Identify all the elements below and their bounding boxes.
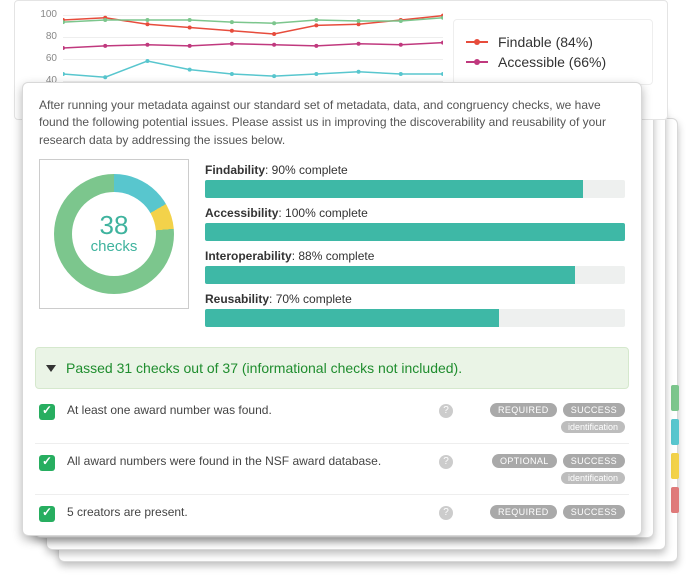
badge-success: SUCCESS bbox=[563, 454, 625, 468]
y-tick: 80 bbox=[31, 31, 57, 42]
donut-label: 38 checks bbox=[40, 212, 188, 255]
chart-legend: Findable (84%) Accessible (66%) bbox=[453, 19, 653, 85]
badge-identification: identification bbox=[561, 472, 625, 484]
check-text: 5 creators are present. bbox=[67, 505, 427, 519]
edge-tab-blue bbox=[671, 419, 679, 445]
check-text: All award numbers were found in the NSF … bbox=[67, 454, 427, 468]
check-badges: REQUIRED SUCCESS identification bbox=[465, 403, 625, 433]
edge-tab-green bbox=[671, 385, 679, 411]
chevron-down-icon bbox=[46, 365, 56, 372]
info-icon[interactable]: ? bbox=[439, 506, 453, 520]
fair-metrics: Findability: 90% complete Accessibility: … bbox=[205, 159, 625, 327]
check-row: At least one award number was found.? REQ… bbox=[35, 393, 629, 444]
edge-tab-red bbox=[671, 487, 679, 513]
badge-identification: identification bbox=[561, 421, 625, 433]
intro-text: After running your metadata against our … bbox=[23, 83, 641, 159]
legend-label: Accessible (66%) bbox=[498, 54, 606, 70]
check-text: At least one award number was found. bbox=[67, 403, 427, 417]
info-icon[interactable]: ? bbox=[439, 455, 453, 469]
metric-label: Reusability: 70% complete bbox=[205, 292, 625, 306]
legend-findable: Findable (84%) bbox=[466, 34, 640, 50]
passed-checks-toggle[interactable]: Passed 31 checks out of 37 (informationa… bbox=[35, 347, 629, 389]
summary-row: 38 checks Findability: 90% complete Acces… bbox=[23, 159, 641, 339]
badge-required: REQUIRED bbox=[490, 403, 557, 417]
info-icon[interactable]: ? bbox=[439, 404, 453, 418]
check-row: All award numbers were found in the NSF … bbox=[35, 444, 629, 495]
quality-report-card: After running your metadata against our … bbox=[22, 82, 642, 536]
check-list: At least one award number was found.? REQ… bbox=[23, 389, 641, 532]
badge-success: SUCCESS bbox=[563, 505, 625, 519]
metric-label: Accessibility: 100% complete bbox=[205, 206, 625, 220]
metric-interoperability: Interoperability: 88% complete bbox=[205, 249, 625, 284]
check-pass-icon bbox=[39, 455, 55, 471]
check-badges: REQUIRED SUCCESS bbox=[465, 505, 625, 519]
legend-label: Findable (84%) bbox=[498, 34, 593, 50]
metric-bar bbox=[205, 223, 625, 241]
metric-label: Interoperability: 88% complete bbox=[205, 249, 625, 263]
badge-success: SUCCESS bbox=[563, 403, 625, 417]
metric-findability: Findability: 90% complete bbox=[205, 163, 625, 198]
check-pass-icon bbox=[39, 404, 55, 420]
check-row: 5 creators are present.? REQUIRED SUCCESS bbox=[35, 495, 629, 532]
edge-tabs bbox=[671, 385, 679, 513]
metric-reusability: Reusability: 70% complete bbox=[205, 292, 625, 327]
y-tick: 100 bbox=[31, 9, 57, 20]
badge-optional: OPTIONAL bbox=[492, 454, 557, 468]
edge-tab-yellow bbox=[671, 453, 679, 479]
donut-text: checks bbox=[40, 238, 188, 255]
metric-label: Findability: 90% complete bbox=[205, 163, 625, 177]
check-badges: OPTIONAL SUCCESS identification bbox=[465, 454, 625, 484]
badge-required: REQUIRED bbox=[490, 505, 557, 519]
legend-swatch-findable bbox=[466, 41, 488, 43]
metric-bar bbox=[205, 180, 625, 198]
y-tick: 60 bbox=[31, 53, 57, 64]
metric-bar bbox=[205, 309, 625, 327]
legend-swatch-accessible bbox=[466, 61, 488, 63]
donut-number: 38 bbox=[40, 212, 188, 238]
checks-donut-box: 38 checks bbox=[39, 159, 189, 309]
metric-bar bbox=[205, 266, 625, 284]
passed-checks-label: Passed 31 checks out of 37 (informationa… bbox=[66, 360, 462, 376]
legend-accessible: Accessible (66%) bbox=[466, 54, 640, 70]
check-pass-icon bbox=[39, 506, 55, 522]
metric-accessibility: Accessibility: 100% complete bbox=[205, 206, 625, 241]
